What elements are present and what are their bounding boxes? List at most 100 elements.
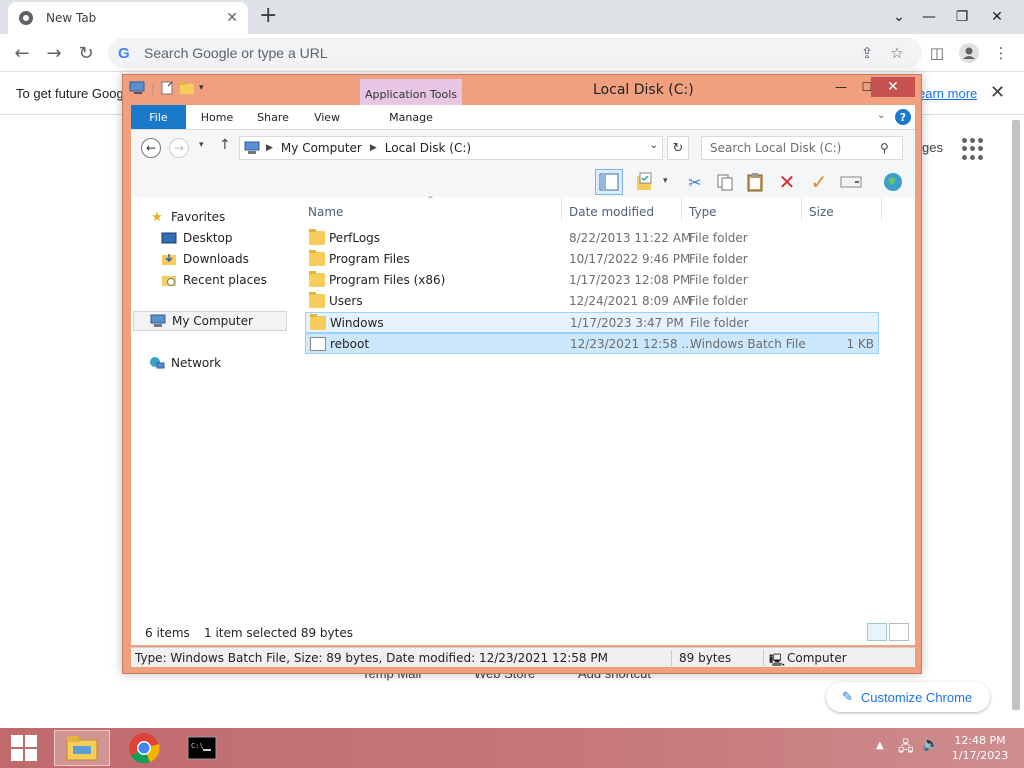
cut-icon[interactable]: ✂ — [681, 169, 709, 195]
learn-more-link[interactable]: earn more — [918, 86, 977, 101]
breadcrumb-my-computer[interactable]: My Computer — [281, 141, 362, 155]
minimize-icon[interactable]: — — [912, 0, 946, 34]
column-divider[interactable] — [561, 197, 562, 221]
file-row[interactable]: Users 12/24/2021 8:09 AM File folder — [305, 291, 879, 312]
rename-check-icon[interactable]: ✓ — [805, 169, 833, 195]
nav-desktop[interactable]: Desktop — [161, 228, 233, 248]
properties-check-icon[interactable] — [631, 169, 659, 195]
back-arrow-icon[interactable]: ← — [141, 138, 161, 158]
column-divider[interactable] — [881, 197, 882, 221]
nav-desktop-label: Desktop — [183, 231, 233, 245]
tab-home[interactable]: Home — [193, 105, 241, 129]
nav-recent-places[interactable]: Recent places — [161, 270, 267, 290]
properties-dropdown-icon[interactable]: ▾ — [663, 176, 668, 186]
column-size[interactable]: Size — [809, 205, 834, 219]
batch-file-icon — [310, 337, 326, 351]
tab-new-tab[interactable]: New Tab ✕ — [8, 2, 248, 34]
paste-icon[interactable] — [741, 169, 769, 195]
file-row[interactable]: Program Files (x86) 1/17/2023 12:08 PM F… — [305, 270, 879, 291]
reload-icon[interactable]: ↻ — [74, 41, 98, 65]
file-type: File folder — [689, 231, 748, 245]
nav-downloads[interactable]: Downloads — [161, 249, 249, 269]
start-button[interactable] — [0, 730, 48, 766]
ntp-images-link[interactable]: ges — [922, 140, 943, 155]
column-type[interactable]: Type — [689, 205, 717, 219]
close-window-icon[interactable]: ✕ — [980, 0, 1014, 34]
nav-my-computer[interactable]: My Computer — [133, 311, 287, 331]
column-divider[interactable] — [801, 197, 802, 221]
chrome-menu-icon[interactable]: ⋮ — [990, 42, 1012, 64]
bookmark-star-icon[interactable]: ☆ — [886, 42, 908, 64]
new-tab-button[interactable]: + — [259, 4, 277, 28]
back-icon[interactable]: ← — [10, 41, 34, 65]
nav-favorites[interactable]: ★ Favorites — [149, 207, 225, 227]
page-scrollbar[interactable] — [1008, 116, 1024, 728]
file-row[interactable]: reboot 12/23/2021 12:58 ... Windows Batc… — [305, 333, 879, 354]
file-explorer-icon — [66, 736, 98, 761]
copy-icon[interactable] — [711, 169, 739, 195]
show-hidden-icons-icon[interactable]: ▲ — [876, 740, 884, 751]
breadcrumb-local-disk[interactable]: Local Disk (C:) — [385, 141, 471, 155]
recent-locations-icon[interactable]: ▾ — [199, 140, 204, 150]
command-bar: ▾ ✂ ✕ ✓ — [131, 167, 915, 197]
taskbar-chrome[interactable] — [116, 730, 172, 766]
taskbar-command-prompt[interactable]: C:\ — [178, 730, 226, 766]
status-bar: Type: Windows Batch File, Size: 89 bytes… — [131, 647, 915, 667]
large-icons-view-icon[interactable] — [889, 623, 909, 641]
explorer-title-bar[interactable]: | ▾ Application Tools Local Disk (C:) — … — [123, 75, 921, 109]
forward-arrow-icon[interactable]: → — [169, 138, 189, 158]
explorer-close-icon[interactable]: ✕ — [871, 77, 915, 97]
new-folder-icon[interactable] — [179, 80, 195, 96]
customize-qat-icon[interactable]: ▾ — [199, 83, 204, 93]
tab-close-icon[interactable]: ✕ — [226, 10, 238, 26]
search-input[interactable] — [710, 141, 880, 155]
network-tray-icon[interactable]: 🖧 — [898, 736, 914, 760]
tab-view[interactable]: View — [307, 105, 347, 129]
clock[interactable]: 12:48 PM 1/17/2023 — [948, 733, 1012, 763]
side-panel-icon[interactable]: ◫ — [926, 42, 948, 64]
breadcrumb-chevron-icon[interactable]: ▶ — [370, 143, 377, 153]
address-bar[interactable]: ▶ My Computer ▶ Local Disk (C:) ⌄ — [239, 136, 663, 160]
network-icon — [149, 356, 165, 370]
file-row[interactable]: PerfLogs 8/22/2013 11:22 AM File folder — [305, 228, 879, 249]
column-date-modified[interactable]: Date modified — [569, 205, 654, 219]
column-name[interactable]: Name — [308, 205, 343, 219]
file-name: PerfLogs — [329, 231, 381, 245]
file-row[interactable]: Windows 1/17/2023 3:47 PM File folder — [305, 312, 879, 333]
breadcrumb-chevron-icon[interactable]: ▶ — [266, 143, 273, 153]
properties-icon[interactable] — [159, 80, 175, 96]
file-date: 8/22/2013 11:22 AM — [569, 231, 692, 245]
scrollbar-thumb[interactable] — [1012, 120, 1020, 710]
delete-icon[interactable]: ✕ — [773, 169, 801, 195]
share-icon[interactable]: ⇪ — [856, 42, 878, 64]
refresh-icon[interactable]: ↻ — [667, 136, 689, 160]
restore-icon[interactable]: ❐ — [945, 0, 979, 34]
help-icon[interactable]: ? — [895, 109, 911, 125]
forward-icon[interactable]: → — [42, 41, 66, 65]
volume-icon[interactable]: 🔈 — [922, 736, 939, 752]
profile-avatar-icon[interactable] — [958, 42, 980, 64]
file-row[interactable]: Program Files 10/17/2022 9:46 PM File fo… — [305, 249, 879, 270]
preview-pane-icon[interactable] — [595, 169, 623, 195]
search-box[interactable]: ⚲ — [701, 136, 903, 160]
details-view-icon[interactable] — [867, 623, 887, 641]
expand-ribbon-icon[interactable]: ⌄ — [877, 110, 885, 121]
up-arrow-icon[interactable]: ↑ — [219, 137, 231, 153]
tab-manage[interactable]: Manage — [381, 105, 441, 129]
tab-search-icon[interactable]: ⌄ — [882, 0, 916, 34]
explorer-minimize-icon[interactable]: — — [827, 77, 855, 97]
command-prompt-icon: C:\ — [187, 736, 217, 760]
customize-chrome-button[interactable]: ✎ Customize Chrome — [826, 682, 990, 712]
omnibox[interactable]: G — [108, 38, 922, 68]
drive-icon[interactable] — [837, 169, 865, 195]
info-bar-close-icon[interactable]: ✕ — [990, 82, 1005, 103]
tab-share[interactable]: Share — [251, 105, 295, 129]
taskbar-file-explorer[interactable] — [54, 730, 110, 766]
google-apps-icon[interactable] — [962, 138, 984, 160]
omnibox-input[interactable] — [144, 45, 704, 61]
nav-network[interactable]: Network — [149, 353, 221, 373]
tab-file[interactable]: File — [131, 105, 186, 129]
column-divider[interactable] — [681, 197, 682, 221]
globe-icon[interactable] — [879, 169, 907, 195]
address-dropdown-icon[interactable]: ⌄ — [650, 140, 658, 151]
